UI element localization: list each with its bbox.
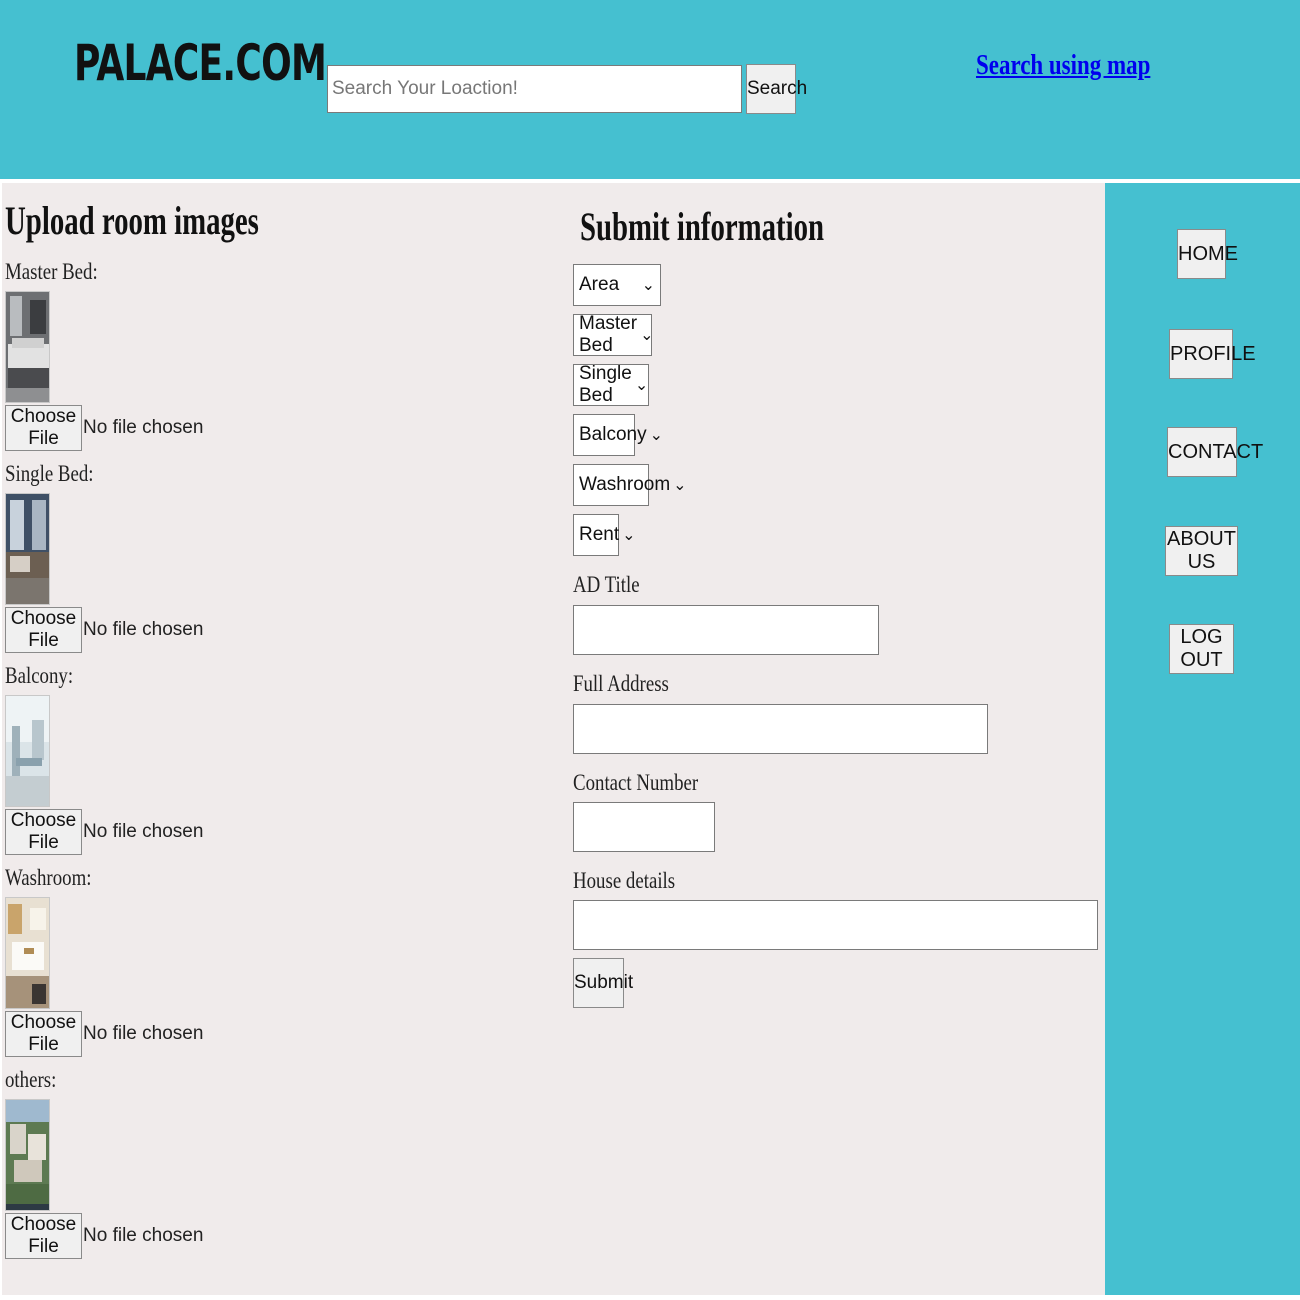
- washroom-select[interactable]: Washroom ⌄: [573, 464, 687, 506]
- contact-number-input[interactable]: [573, 802, 715, 852]
- others-file-status: No file chosen: [83, 1225, 204, 1246]
- washroom-file-status: No file chosen: [83, 1023, 204, 1044]
- chevron-down-icon: ⌄: [641, 277, 655, 294]
- upload-label-washroom: Washroom:: [5, 865, 92, 890]
- nav-about-us-button[interactable]: ABOUT US: [1165, 526, 1238, 576]
- balcony-choose-file-button[interactable]: Choose File: [5, 809, 82, 855]
- washroom-select-value: Washroom: [579, 474, 671, 495]
- contact-number-label: Contact Number: [573, 770, 699, 795]
- balcony-thumbnail: [5, 695, 50, 807]
- balcony-select[interactable]: Balcony ⌄: [573, 414, 663, 456]
- balcony-select-value: Balcony: [579, 424, 647, 445]
- submit-button[interactable]: Submit: [573, 958, 633, 1008]
- upload-label-others: others:: [5, 1067, 57, 1092]
- side-navigation: HOME PROFILE CONTACT ABOUT US LOG OUT: [1105, 183, 1300, 1295]
- balcony-file-status: No file chosen: [83, 821, 204, 842]
- single-bed-select-value: Single Bed: [579, 363, 632, 406]
- single-bed-choose-file-button[interactable]: Choose File: [5, 607, 82, 653]
- washroom-choose-file-button[interactable]: Choose File: [5, 1011, 82, 1057]
- master-bed-file-status: No file chosen: [83, 417, 204, 438]
- nav-contact-button[interactable]: CONTACT: [1167, 427, 1263, 477]
- others-thumbnail: [5, 1099, 50, 1211]
- single-bed-select[interactable]: Single Bed ⌄: [573, 363, 649, 406]
- chevron-down-icon: ⌄: [649, 427, 664, 444]
- chevron-down-icon: ⌄: [673, 477, 687, 494]
- area-select[interactable]: Area ⌄: [573, 264, 661, 306]
- house-details-label: House details: [573, 868, 676, 893]
- submit-section-title: Submit information: [580, 204, 825, 249]
- chevron-down-icon: ⌄: [634, 377, 649, 394]
- washroom-thumbnail: [5, 897, 50, 1009]
- master-bed-choose-file-button[interactable]: Choose File: [5, 405, 82, 451]
- search-using-map-link[interactable]: Search using map: [976, 50, 1150, 82]
- others-choose-file-button[interactable]: Choose File: [5, 1213, 82, 1259]
- upload-label-master-bed: Master Bed:: [5, 259, 98, 284]
- single-bed-thumbnail: [5, 493, 50, 605]
- upload-label-single-bed: Single Bed:: [5, 461, 94, 486]
- upload-label-balcony: Balcony:: [5, 663, 74, 688]
- master-bed-select[interactable]: Master Bed ⌄: [573, 313, 654, 356]
- rent-select[interactable]: Rent ⌄: [573, 514, 636, 556]
- chevron-down-icon: ⌄: [640, 327, 654, 344]
- ad-title-input[interactable]: [573, 605, 879, 655]
- site-header: PALACE.COM Search Search using map: [0, 0, 1300, 179]
- ad-title-label: AD Title: [573, 572, 640, 597]
- main-content: Upload room images Master Bed: Choose Fi…: [2, 183, 1105, 1295]
- rent-select-value: Rent: [579, 524, 620, 545]
- full-address-label: Full Address: [573, 671, 669, 696]
- upload-section-title: Upload room images: [5, 198, 259, 243]
- location-search-input[interactable]: [327, 65, 742, 113]
- full-address-input[interactable]: [573, 704, 988, 754]
- nav-log-out-button[interactable]: LOG OUT: [1169, 624, 1234, 674]
- area-select-value: Area: [579, 274, 620, 295]
- nav-profile-button[interactable]: PROFILE: [1169, 329, 1256, 379]
- search-button[interactable]: Search: [746, 64, 807, 114]
- site-logo[interactable]: PALACE.COM: [74, 34, 327, 92]
- house-details-input[interactable]: [573, 900, 1098, 950]
- nav-home-button[interactable]: HOME: [1177, 229, 1238, 279]
- master-bed-select-value: Master Bed: [579, 313, 638, 356]
- single-bed-file-status: No file chosen: [83, 619, 204, 640]
- master-bed-thumbnail: [5, 291, 50, 403]
- chevron-down-icon: ⌄: [622, 527, 636, 544]
